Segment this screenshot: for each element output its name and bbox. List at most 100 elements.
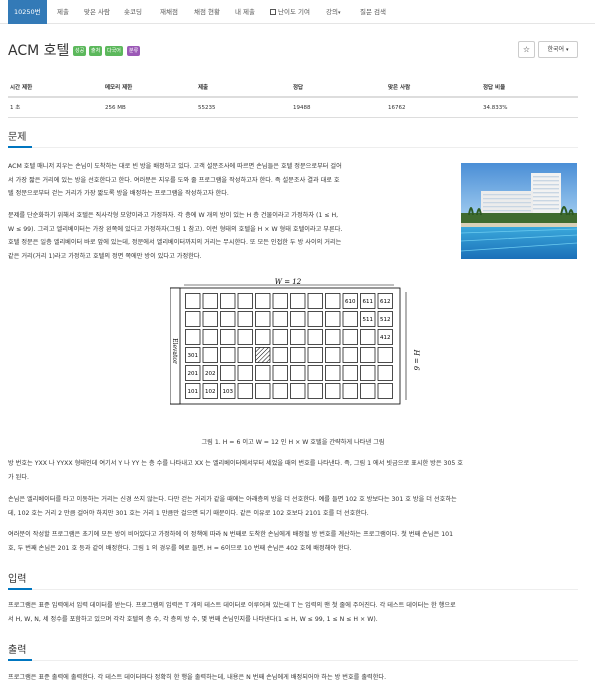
room-cell xyxy=(290,329,306,345)
table-row: 1 초 256 MB 55235 19488 16762 34.833% xyxy=(8,98,578,118)
tab-short-coding[interactable]: 숏코딩 xyxy=(124,0,142,24)
room-cell xyxy=(307,383,323,399)
tab-rejudge[interactable]: 재채점 xyxy=(160,0,178,24)
header-solvers: 맞은 사람 xyxy=(388,85,411,91)
room-cell xyxy=(220,347,236,363)
room-cell xyxy=(307,347,323,363)
room-cell xyxy=(220,311,236,327)
tab-difficulty-contribution[interactable]: 난이도 기여 xyxy=(270,0,310,24)
label-source[interactable]: 출처 xyxy=(89,46,103,56)
input-heading: 입력 xyxy=(8,574,27,585)
text-line: 프로그램은 표준 입력에서 입력 데이터를 받는다. 프로그램의 입력은 T 개… xyxy=(8,602,456,609)
divider xyxy=(8,147,578,148)
hotel-figure: 610 611 612 511 512 412 301 201 202 101 102 103 W =… xyxy=(169,276,428,434)
hotel-photo xyxy=(461,163,577,259)
heading-underline xyxy=(8,146,32,148)
label-success[interactable]: 성공 xyxy=(73,46,87,56)
room-number-label: 512 xyxy=(380,317,391,323)
value-memory-limit: 256 MB xyxy=(105,105,126,111)
tab-problem-number[interactable]: 10250번 xyxy=(8,0,47,24)
room-cell xyxy=(185,293,201,309)
value-solvers: 16762 xyxy=(388,105,406,111)
heading-underline xyxy=(8,588,32,590)
table-header-row: 시간 제한 메모리 제한 제출 정답 맞은 사람 정답 비율 xyxy=(8,78,578,98)
problem-stats-table: 시간 제한 메모리 제한 제출 정답 맞은 사람 정답 비율 1 초 256 M… xyxy=(8,78,578,118)
text-line: 여러분이 작성할 프로그램은 초기에 모든 방이 비어있다고 가정하에 이 정책… xyxy=(8,531,454,538)
text-line: 같은 거리(거리 1)라고 가정하고 호텔의 정면 쪽에만 방이 있다고 가정한… xyxy=(8,252,202,260)
problem-paragraph-3: 방 번호는 YXX 나 YYXX 형태인데 여기서 Y 나 YY 는 층 수를 … xyxy=(8,457,583,484)
language-label: 한국어 xyxy=(547,46,565,53)
star-button[interactable]: ☆ xyxy=(518,41,535,58)
room-number-label: 101 xyxy=(188,389,199,395)
room-cell xyxy=(272,329,288,345)
room-number-label: 511 xyxy=(363,317,374,323)
tab-lecture-label: 강의 xyxy=(326,8,338,16)
room-cell xyxy=(290,365,306,381)
room-cell xyxy=(255,329,271,345)
tab-solvers[interactable]: 맞은 사람 xyxy=(84,0,110,24)
text-line: 텔 정문으로부터 걷는 거리가 가장 짧도록 방을 배정하는 프로그램을 작성하… xyxy=(8,190,229,197)
room-cell xyxy=(307,365,323,381)
tab-lecture[interactable]: 강의▾ xyxy=(326,0,340,24)
output-paragraph: 프로그램은 표준 출력에 출력한다. 각 테스트 데이터마다 정확히 한 행을 … xyxy=(8,671,583,685)
tab-my-submissions[interactable]: 내 제출 xyxy=(235,0,255,24)
header-time-limit: 시간 제한 xyxy=(10,85,33,91)
room-cell xyxy=(307,293,323,309)
room-cell xyxy=(360,365,376,381)
room-cell xyxy=(290,311,306,327)
room-number-label: 103 xyxy=(223,389,234,395)
room-cell xyxy=(272,347,288,363)
room-cell xyxy=(255,365,271,381)
problem-paragraph-5: 여러분이 작성할 프로그램은 초기에 모든 방이 비어있다고 가정하에 이 정책… xyxy=(8,528,583,555)
chevron-down-icon: ▾ xyxy=(337,10,341,16)
tab-difficulty-label: 난이도 기여 xyxy=(278,8,310,16)
room-cell xyxy=(202,347,218,363)
room-cell xyxy=(185,311,201,327)
room-cell xyxy=(342,311,358,327)
room-cell xyxy=(202,293,218,309)
label-multilang[interactable]: 다국어 xyxy=(105,46,123,56)
room-cell xyxy=(290,347,306,363)
room-cell xyxy=(220,365,236,381)
value-submissions: 55235 xyxy=(198,105,216,111)
tab-question-search[interactable]: 질문 검색 xyxy=(360,0,386,24)
room-cell xyxy=(237,365,253,381)
room-cell xyxy=(220,329,236,345)
tab-status[interactable]: 채점 현황 xyxy=(194,0,220,24)
problem-heading: 문제 xyxy=(8,132,27,143)
room-cell xyxy=(237,311,253,327)
elevator-label: Elevator xyxy=(171,338,178,364)
text-line: 문제를 단순화하기 위해서 호텔은 직사각형 모양이라고 가정하자. 각 층에 … xyxy=(8,212,339,219)
header-accepted: 정답 xyxy=(293,85,304,91)
room-cell xyxy=(237,329,253,345)
value-accepted: 19488 xyxy=(293,105,311,111)
room-cell xyxy=(255,311,271,327)
room-cell xyxy=(202,329,218,345)
text-line: 서 가장 짧은 거리에 있는 방을 선호한다고 한다. 여러분은 지우를 도와 … xyxy=(8,176,340,184)
text-line: 호텔 정문은 일층 엘리베이터 바로 앞에 있는데, 정문에서 엘리베이터까지의… xyxy=(8,239,342,246)
text-line: ACM 호텔 매니저 지우는 손님이 도착하는 대로 빈 방을 배정하고 있다.… xyxy=(8,163,342,170)
room-cell xyxy=(307,329,323,345)
room-number-label: 301 xyxy=(188,353,199,359)
room-cell xyxy=(325,383,341,399)
tab-submit[interactable]: 제출 xyxy=(57,0,69,24)
text-line: W ≤ 99). 그리고 엘리베이터는 가장 왼쪽에 있다고 가정하자(그림 1… xyxy=(8,225,343,233)
top-nav: 10250번 제출 맞은 사람 숏코딩 재채점 채점 현황 내 제출 난이도 기… xyxy=(0,0,595,24)
divider xyxy=(8,660,578,661)
room-cell xyxy=(325,347,341,363)
room-number-label: 610 xyxy=(345,299,356,305)
text-line: 가 된다. xyxy=(8,473,30,481)
header-ratio: 정답 비율 xyxy=(483,85,506,91)
room-cell xyxy=(237,347,253,363)
room-number-label: 202 xyxy=(205,371,216,377)
room-cell xyxy=(272,365,288,381)
problem-paragraph-1: ACM 호텔 매니저 지우는 손님이 도착하는 대로 빈 방을 배정하고 있다.… xyxy=(8,160,458,201)
text-line: 데, 102 호는 거리 2 만큼 걸어야 하지만 301 호는 거리 1 만큼… xyxy=(8,509,369,517)
height-label: H = 6 xyxy=(412,349,420,371)
divider xyxy=(8,589,578,590)
label-category[interactable]: 분류 xyxy=(127,46,141,56)
room-cell xyxy=(342,365,358,381)
room-cell xyxy=(202,311,218,327)
language-select[interactable]: 한국어 ▾ xyxy=(538,41,578,58)
value-time-limit: 1 초 xyxy=(10,105,21,111)
